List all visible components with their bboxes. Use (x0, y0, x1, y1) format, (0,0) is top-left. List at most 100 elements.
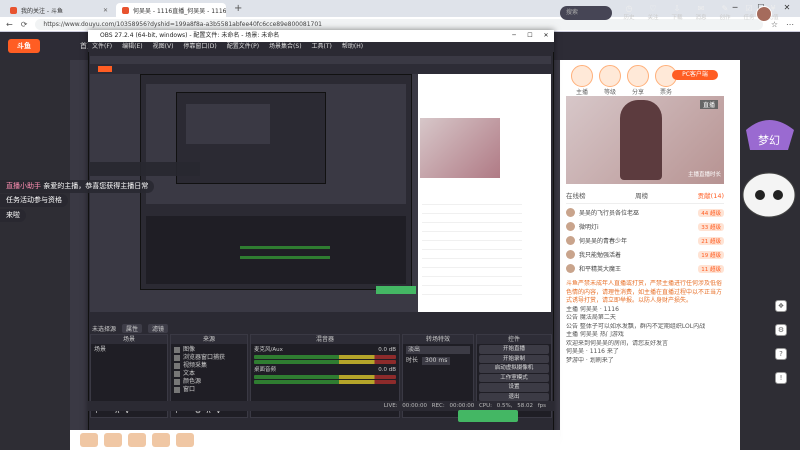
source-item[interactable]: 颜色源 (174, 378, 244, 386)
menu-tools[interactable]: 工具(T) (312, 42, 332, 52)
nested-chat (422, 196, 522, 296)
douyu-logo[interactable]: 斗鱼 (8, 39, 40, 53)
pc-client-button[interactable]: PC客户端 (672, 70, 718, 80)
filters-button[interactable]: 滤镜 (148, 323, 169, 333)
assistant-overlay: 直播小助手 亲爱的主播，恭喜您获得主播日常 (0, 180, 155, 193)
list-item[interactable]: 何吴吴的青春少年 21 超级 (566, 234, 724, 247)
menu-edit[interactable]: 编辑(E) (122, 42, 142, 52)
level-icon[interactable] (599, 64, 621, 87)
obs-titlebar: OBS 27.2.4 (64-bit, windows) - 配置文件: 未命名… (88, 30, 554, 42)
source-item[interactable]: 图像 (174, 346, 244, 354)
nested-meter (240, 256, 330, 259)
tab-weekly[interactable]: 周榜 (635, 190, 648, 203)
minimize-icon[interactable]: ─ (506, 30, 522, 42)
settings-icon[interactable]: ⚙ (775, 324, 787, 336)
menu-docks[interactable]: 停靠窗口(D) (183, 42, 216, 52)
settings-button[interactable]: 设置 (479, 383, 549, 392)
volume-meter (254, 360, 396, 364)
menu-scene-collection[interactable]: 场景集合(S) (269, 42, 302, 52)
mascot-art: 梦幻 (742, 120, 796, 218)
chat-message: 公告 魔法局第二天 (566, 314, 616, 321)
list-item[interactable]: 吴吴的飞行员各位老巫 44 超级 (566, 206, 724, 219)
gift-icon[interactable] (104, 433, 122, 447)
close-window-icon[interactable]: ✕ (538, 30, 554, 42)
nested-poster (420, 118, 500, 178)
download-icon[interactable]: ⇩ 下载 (668, 4, 686, 21)
menu-file[interactable]: 文件(F) (92, 42, 112, 52)
report-icon[interactable]: ! (775, 372, 787, 384)
create-icon[interactable]: ✎ 创作 (716, 4, 734, 21)
gift-icon[interactable] (80, 433, 98, 447)
back-icon[interactable]: ← (6, 20, 13, 29)
obs-preview[interactable] (90, 56, 551, 312)
gift-icon[interactable]: ❖ (775, 300, 787, 312)
nested-logo (98, 66, 112, 72)
browser-tab-live-room[interactable]: 何吴吴 - 1116直播_何吴吴 - 1116… ✕ (116, 3, 226, 17)
start-recording-button[interactable]: 开始录制 (479, 354, 549, 363)
studio-mode-button[interactable]: 工作室模式 (479, 373, 549, 382)
nested-obs-3 (186, 104, 270, 144)
tab-contribution[interactable]: 贡献(14) (698, 190, 724, 203)
close-tab-icon[interactable]: ✕ (103, 7, 108, 14)
scene-item[interactable]: 场景 (94, 346, 164, 354)
transition-select[interactable]: 淡出 (406, 346, 470, 354)
send-gift-button[interactable] (458, 410, 518, 422)
message-icon[interactable]: ✉ 消息 (692, 4, 710, 21)
mixer-track: 麦克风/Aux 0.0 dB (254, 346, 396, 366)
poster-figure (620, 100, 662, 180)
refresh-icon[interactable]: ⟳ (21, 20, 28, 29)
history-icon[interactable]: ◷ 历史 (620, 4, 638, 21)
source-type-icon (174, 347, 180, 353)
chat-message: 何吴吴 · 1116 来了 (566, 348, 619, 355)
chat-message: 欢迎来到何吴吴的房间，请您友好发言 (566, 339, 669, 347)
list-item[interactable]: 微明灯i 33 超级 (566, 220, 724, 233)
douyu-favicon-icon (10, 6, 17, 14)
list-item[interactable]: 我只能勉强活着 19 超级 (566, 248, 724, 261)
nested-meter (240, 246, 330, 249)
share-icon[interactable] (627, 64, 649, 87)
gift-icon[interactable] (176, 433, 194, 447)
no-source-label: 未选择源 (92, 325, 117, 333)
menu-view[interactable]: 视图(V) (153, 42, 174, 52)
list-item[interactable]: 和平精英大魔王 11 超级 (566, 262, 724, 275)
source-type-icon (174, 355, 180, 361)
tab-online[interactable]: 在线榜 (566, 190, 586, 203)
side-toolbar: ❖ ⚙ ? ! (770, 300, 792, 440)
source-item[interactable]: 视频采集 (174, 362, 244, 370)
exit-button[interactable]: 退出 (479, 392, 549, 401)
nested-header (90, 64, 551, 74)
source-type-icon (174, 363, 180, 369)
start-streaming-button[interactable]: 开始直播 (479, 345, 549, 354)
obs-menubar: 文件(F) 编辑(E) 视图(V) 停靠窗口(D) 配置文件(P) 场景集合(S… (88, 42, 554, 52)
nested-docks (146, 216, 406, 284)
virtual-camera-button[interactable]: 启动虚拟摄像机 (479, 364, 549, 373)
assistant-overlay-line2: 任务活动参与资格 (0, 194, 68, 207)
source-type-icon (174, 371, 180, 377)
chat-message: 主播 何吴吴 热门游戏 (566, 331, 624, 338)
properties-button[interactable]: 属性 (122, 323, 143, 333)
help-icon[interactable]: ? (775, 348, 787, 360)
obs-source-toolbar: 未选择源 属性 滤镜 (90, 322, 551, 334)
search-input[interactable]: 搜索 (560, 6, 612, 20)
chat-warning: 斗鱼严禁未成年人直播或打赏，严禁主播进行任何涉及低俗色情的内容，请理性消费，如主… (566, 280, 723, 304)
source-item[interactable]: 文本 (174, 370, 244, 378)
user-avatar[interactable] (756, 6, 772, 22)
new-tab-button[interactable]: + (228, 3, 248, 17)
source-item[interactable]: 窗口 (174, 386, 244, 394)
gift-icon[interactable] (152, 433, 170, 447)
mixer-track: 桌面音频 0.0 dB (254, 366, 396, 386)
menu-dots-icon[interactable]: ⋯ (786, 20, 794, 29)
ranking-tabs: 在线榜 周榜 贡献(14) (566, 190, 724, 204)
gift-icon[interactable] (128, 433, 146, 447)
maximize-icon[interactable]: ☐ (522, 30, 538, 42)
menu-help[interactable]: 帮助(H) (342, 42, 363, 52)
source-item[interactable]: 浏览器窗口捕获 (174, 354, 244, 362)
anchor-level-icon[interactable] (571, 64, 593, 87)
duration-input[interactable]: 300 ms (422, 357, 451, 365)
menu-profile[interactable]: 配置文件(P) (227, 42, 259, 52)
avatar (566, 208, 575, 217)
follow-icon[interactable]: ♡ 关注 (644, 4, 662, 21)
chat-message: 公告 整体子可以如水发飘，群内不定期组织LOL内战 (566, 322, 706, 330)
browser-tab-following[interactable]: 我的关注 - 斗鱼 ✕ (4, 3, 114, 17)
douyu-favicon-icon (122, 6, 129, 14)
